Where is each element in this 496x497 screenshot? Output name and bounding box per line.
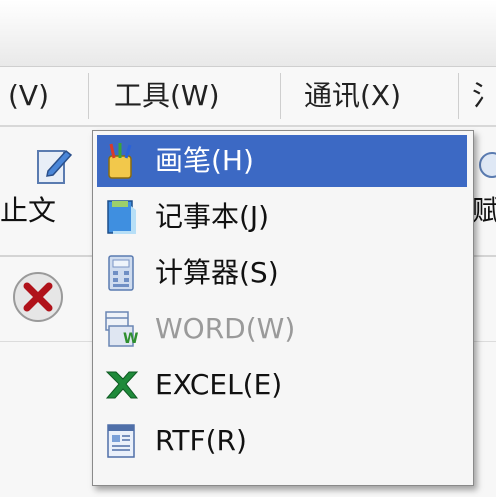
menu-item-calculator[interactable]: 计算器(S) xyxy=(97,247,467,299)
rtf-icon xyxy=(103,422,139,460)
close-icon[interactable] xyxy=(12,271,64,323)
menu-communication[interactable]: 通讯(X) xyxy=(304,67,401,125)
notepad-icon xyxy=(103,198,139,236)
menu-item-label: 画笔(H) xyxy=(155,144,254,177)
excel-icon xyxy=(103,366,139,404)
toolbar-label-right: 赋 xyxy=(472,194,496,227)
menu-more[interactable]: 氵 xyxy=(472,67,496,125)
window-title-bar xyxy=(0,0,496,67)
menu-item-label: RTF(R) xyxy=(155,424,247,457)
menu-item-label: WORD(W) xyxy=(155,312,296,345)
tools-dropdown-menu: 画笔(H) 记事本(J) 计算器(S) W WORD(W) EXCEL(E) R… xyxy=(92,130,474,486)
compose-document-icon[interactable] xyxy=(34,145,74,187)
menu-item-word: W WORD(W) xyxy=(97,303,467,355)
menu-item-notepad[interactable]: 记事本(J) xyxy=(97,191,467,243)
menu-view[interactable]: (V) xyxy=(8,67,78,125)
menu-separator xyxy=(458,73,459,119)
menu-bar: (V) 工具(W) 通讯(X) 氵 xyxy=(0,67,496,127)
toolbar-label-left: 止文 xyxy=(0,194,57,227)
menu-item-label: 记事本(J) xyxy=(155,200,270,233)
svg-text:W: W xyxy=(123,331,138,347)
calculator-icon xyxy=(103,254,139,292)
word-icon: W xyxy=(103,310,139,348)
clock-icon[interactable] xyxy=(476,145,496,187)
menu-item-label: 计算器(S) xyxy=(155,256,279,289)
menu-separator xyxy=(280,73,281,119)
paintbrush-icon xyxy=(103,142,139,180)
menu-item-paintbrush[interactable]: 画笔(H) xyxy=(97,135,467,187)
menu-item-label: EXCEL(E) xyxy=(155,368,283,401)
menu-tools[interactable]: 工具(W) xyxy=(114,67,220,125)
menu-item-excel[interactable]: EXCEL(E) xyxy=(97,359,467,411)
menu-item-rtf[interactable]: RTF(R) xyxy=(97,415,467,467)
menu-separator xyxy=(88,73,89,119)
